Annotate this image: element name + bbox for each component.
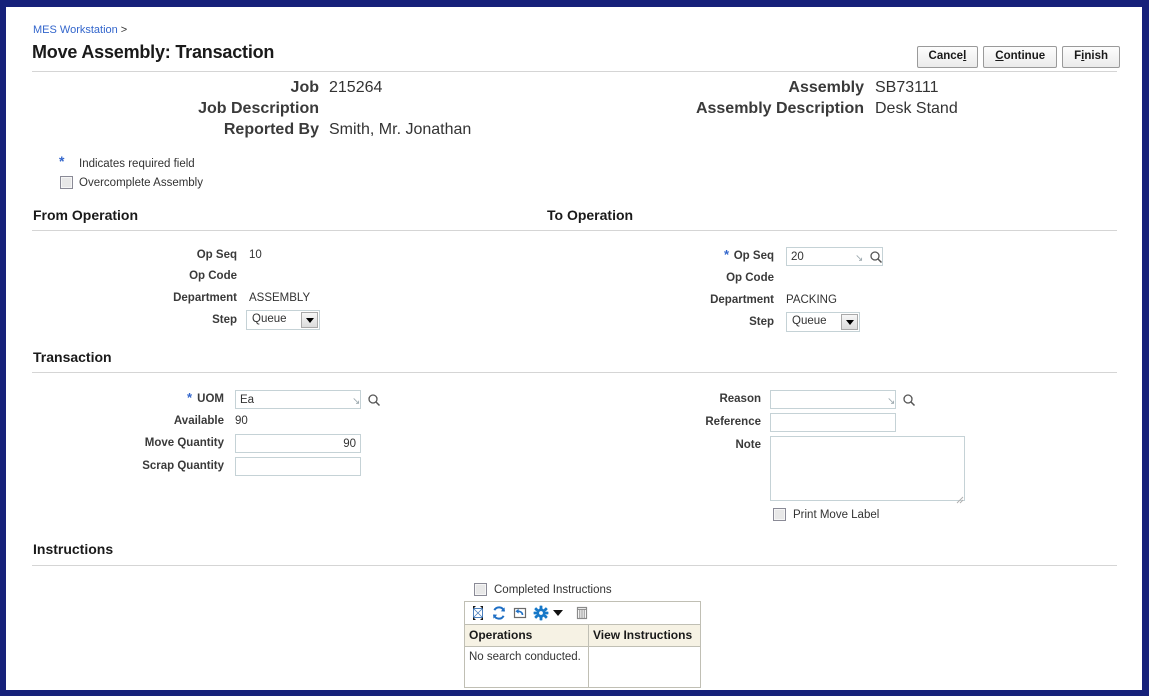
- reported-by-label: Reported By: [223, 121, 319, 138]
- header-button-group: Cancel Continue Finish: [916, 46, 1120, 68]
- reason-input[interactable]: [770, 390, 896, 409]
- column-header-view-instructions[interactable]: View Instructions: [589, 625, 700, 646]
- column-header-operations[interactable]: Operations: [465, 625, 589, 646]
- print-move-label-row[interactable]: Print Move Label: [773, 508, 879, 521]
- to-operation-section-title: To Operation: [547, 207, 634, 223]
- assembly-description-value: Desk Stand: [875, 100, 958, 117]
- from-step-select[interactable]: Queue: [246, 310, 320, 330]
- from-operation-divider: [32, 230, 1117, 231]
- instructions-section-title: Instructions: [33, 541, 114, 557]
- print-move-label-checkbox[interactable]: [773, 508, 786, 521]
- finish-button[interactable]: Finish: [1062, 46, 1120, 68]
- window-inner-padding: MES Workstation > Move Assembly: Transact…: [6, 7, 1142, 690]
- from-department-value: ASSEMBLY: [249, 292, 311, 304]
- cancel-button[interactable]: Cancel: [916, 46, 979, 68]
- instructions-toolbar: [465, 602, 700, 625]
- reason-search-icon[interactable]: [902, 393, 916, 407]
- to-step-label: Step: [749, 316, 774, 328]
- completed-instructions-row[interactable]: Completed Instructions: [474, 583, 612, 596]
- uom-label: UOM: [197, 393, 224, 405]
- page-content: MES Workstation > Move Assembly: Transact…: [9, 9, 1140, 690]
- from-step-dropdown-button[interactable]: [301, 312, 318, 328]
- overcomplete-assembly-checkbox[interactable]: [60, 176, 73, 189]
- to-step-select-value: Queue: [792, 315, 827, 327]
- overcomplete-assembly-row[interactable]: Overcomplete Assembly: [60, 176, 203, 189]
- to-step-select[interactable]: Queue: [786, 312, 860, 332]
- move-quantity-input[interactable]: [235, 434, 361, 453]
- right-gutter: [1136, 9, 1140, 690]
- instructions-empty-message: No search conducted.: [465, 647, 589, 687]
- to-department-label: Department: [710, 294, 774, 306]
- reference-label: Reference: [705, 416, 761, 428]
- from-op-seq-label: Op Seq: [196, 249, 237, 261]
- breadcrumb: MES Workstation >: [33, 24, 127, 36]
- transaction-divider: [32, 372, 1117, 373]
- gear-icon[interactable]: [533, 605, 549, 621]
- available-label: Available: [173, 415, 224, 427]
- from-department-label: Department: [173, 292, 237, 304]
- from-operation-section-title: From Operation: [33, 207, 139, 223]
- gear-menu-chevron-down-icon[interactable]: [553, 610, 563, 616]
- job-value: 215264: [329, 79, 383, 96]
- uom-search-icon[interactable]: [367, 393, 381, 407]
- completed-instructions-checkbox[interactable]: [474, 583, 487, 596]
- page-title: Move Assembly: Transaction: [32, 42, 275, 62]
- freeze-columns-icon[interactable]: [574, 605, 590, 621]
- instructions-empty-cell: [589, 647, 700, 687]
- chevron-down-icon: [305, 317, 314, 323]
- overcomplete-assembly-label: Overcomplete Assembly: [79, 176, 203, 189]
- reference-input[interactable]: [770, 413, 896, 432]
- to-department-value: PACKING: [786, 294, 837, 306]
- assembly-label: Assembly: [788, 79, 864, 96]
- required-field-legend: Indicates required field: [79, 158, 195, 170]
- reason-label: Reason: [719, 393, 761, 405]
- refresh-icon[interactable]: [491, 605, 507, 621]
- job-label: Job: [290, 79, 319, 96]
- detach-icon[interactable]: [470, 605, 486, 621]
- scrap-quantity-input[interactable]: [235, 457, 361, 476]
- instructions-table-body: No search conducted.: [465, 647, 700, 687]
- breadcrumb-separator: >: [120, 24, 128, 36]
- from-op-seq-value: 10: [249, 249, 262, 261]
- header-divider: [32, 71, 1117, 72]
- instructions-table-header: Operations View Instructions: [465, 625, 700, 647]
- to-op-code-label: Op Code: [726, 272, 774, 284]
- export-icon[interactable]: [512, 605, 528, 621]
- uom-input[interactable]: [235, 390, 361, 409]
- from-step-label: Step: [212, 314, 237, 326]
- assembly-description-label: Assembly Description: [695, 100, 864, 117]
- scrap-quantity-label: Scrap Quantity: [142, 460, 224, 472]
- note-textarea[interactable]: [770, 436, 965, 501]
- note-label: Note: [735, 439, 761, 451]
- breadcrumb-link-mes-workstation[interactable]: MES Workstation: [33, 24, 118, 36]
- completed-instructions-label: Completed Instructions: [494, 583, 612, 596]
- required-field-asterisk: *: [59, 153, 65, 169]
- print-move-label-text: Print Move Label: [793, 508, 880, 521]
- from-step-select-value: Queue: [252, 313, 287, 325]
- to-op-seq-label: Op Seq: [733, 250, 774, 262]
- reported-by-value: Smith, Mr. Jonathan: [329, 121, 472, 138]
- chevron-down-icon: [845, 319, 854, 325]
- application-window: MES Workstation > Move Assembly: Transact…: [0, 0, 1149, 696]
- to-step-dropdown-button[interactable]: [841, 314, 858, 330]
- assembly-value: SB73111: [875, 79, 939, 96]
- transaction-section-title: Transaction: [33, 349, 112, 365]
- continue-button[interactable]: Continue: [983, 46, 1058, 68]
- instructions-divider: [32, 565, 1117, 566]
- move-quantity-label: Move Quantity: [144, 437, 224, 449]
- to-op-seq-search-icon[interactable]: [869, 250, 883, 264]
- from-op-code-label: Op Code: [189, 270, 237, 282]
- available-value: 90: [235, 415, 248, 427]
- job-description-label: Job Description: [198, 100, 319, 117]
- instructions-table: Operations View Instructions No search c…: [464, 601, 701, 688]
